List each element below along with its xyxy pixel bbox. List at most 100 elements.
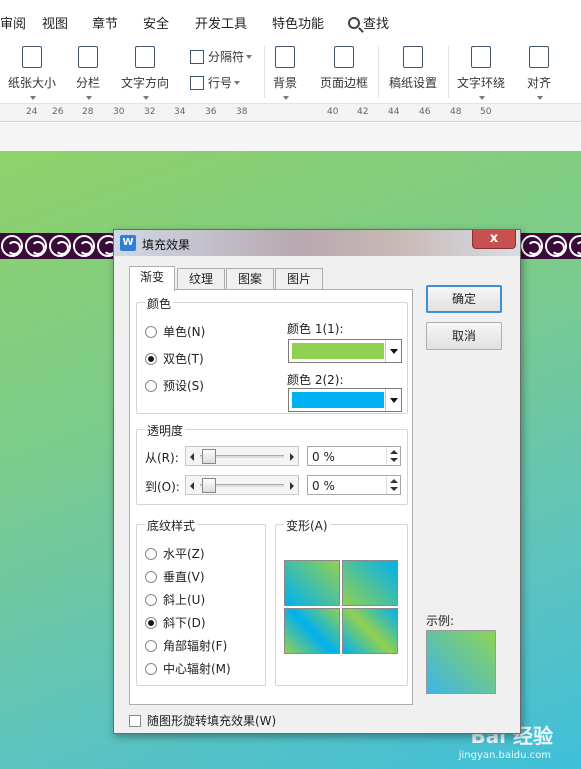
page-border-icon: [334, 46, 354, 68]
sample-label: 示例:: [426, 614, 455, 628]
variant-1[interactable]: [284, 560, 340, 606]
ruler-tick: 36: [205, 107, 217, 117]
search-icon: [348, 17, 360, 29]
color2-label: 颜色 2(2):: [287, 373, 344, 387]
color1-label: 颜色 1(1):: [287, 322, 344, 336]
transparency-group: 透明度 从(R): 0 % 到(O): 0 %: [136, 422, 408, 505]
ruler-tick: 38: [236, 107, 248, 117]
ruler-tick: 48: [450, 107, 462, 117]
ruler-tick: 42: [357, 107, 369, 117]
ruler-tick: 40: [327, 107, 339, 117]
variant-3[interactable]: [284, 608, 340, 654]
gradient-panel: 颜色 单色(N) 双色(T) 预设(S) 颜色 1(1): 颜色 2(2): 透…: [129, 289, 413, 705]
chevron-down-icon[interactable]: [385, 389, 401, 411]
menu-developer[interactable]: 开发工具: [195, 13, 247, 32]
from-spinner[interactable]: 0 %: [307, 446, 401, 466]
cancel-button[interactable]: 取消: [426, 322, 502, 350]
radio-from-corner[interactable]: 角部辐射(F): [145, 637, 227, 654]
to-label: 到(O):: [145, 480, 180, 494]
from-label: 从(R):: [145, 451, 179, 465]
color2-swatch: [292, 392, 384, 408]
to-value: 0 %: [312, 479, 335, 493]
slider-thumb[interactable]: [202, 478, 216, 493]
variant-2[interactable]: [342, 560, 398, 606]
radio-from-center[interactable]: 中心辐射(M): [145, 660, 231, 677]
arrow-left-icon[interactable]: [190, 453, 194, 461]
arrow-left-icon[interactable]: [190, 482, 194, 490]
tab-picture[interactable]: 图片: [275, 268, 323, 290]
from-slider[interactable]: [185, 446, 299, 466]
separator-button[interactable]: 分隔符: [190, 48, 253, 65]
chevron-down-icon[interactable]: [385, 340, 401, 362]
ruler-tick: 30: [113, 107, 125, 117]
tab-pattern[interactable]: 图案: [226, 268, 274, 290]
ruler-tick: 44: [388, 107, 400, 117]
from-value: 0 %: [312, 450, 335, 464]
ruler-tick: 28: [82, 107, 94, 117]
line-number-button[interactable]: 行号: [190, 74, 241, 91]
menu-features[interactable]: 特色功能: [272, 13, 324, 32]
rotate-with-shape-checkbox[interactable]: 随图形旋转填充效果(W): [129, 712, 276, 729]
menu-search[interactable]: 查找: [348, 13, 389, 32]
columns-button[interactable]: 分栏: [76, 46, 100, 105]
align-button[interactable]: 对齐: [527, 46, 551, 105]
columns-icon: [78, 46, 98, 68]
page-margin-area: [0, 123, 581, 151]
variants-group-title: 变形(A): [284, 517, 330, 534]
shading-group-title: 底纹样式: [145, 517, 198, 534]
manuscript-settings-button[interactable]: 稿纸设置: [389, 46, 437, 91]
radio-circle-selected: [145, 352, 157, 365]
menu-chapter[interactable]: 章节: [92, 13, 118, 32]
manuscript-icon: [403, 46, 423, 68]
line-number-icon: [190, 75, 204, 90]
text-wrap-button[interactable]: 文字环绕: [457, 46, 505, 105]
close-button[interactable]: x: [472, 230, 516, 249]
ruler-tick: 46: [419, 107, 431, 117]
align-icon: [529, 46, 549, 68]
dialog-titlebar[interactable]: W 填充效果 x: [114, 230, 520, 256]
shading-styles-group: 底纹样式 水平(Z) 垂直(V) 斜上(U) 斜下(D) 角部辐射(F) 中心辐…: [136, 517, 266, 686]
background-icon: [275, 46, 295, 68]
menu-view[interactable]: 视图: [42, 13, 68, 32]
radio-preset[interactable]: 预设(S): [145, 377, 204, 394]
ok-button[interactable]: 确定: [426, 285, 502, 313]
radio-diagonal-down[interactable]: 斜下(D): [145, 614, 206, 631]
radio-horizontal[interactable]: 水平(Z): [145, 545, 205, 562]
page-border-button[interactable]: 页面边框: [320, 46, 368, 91]
variant-4[interactable]: [342, 608, 398, 654]
radio-circle: [145, 379, 157, 392]
color1-picker[interactable]: [288, 339, 402, 363]
to-spinner[interactable]: 0 %: [307, 475, 401, 495]
tab-gradient[interactable]: 渐变: [129, 266, 175, 291]
spin-down-icon[interactable]: [390, 458, 398, 462]
background-button[interactable]: 背景: [273, 46, 297, 105]
menu-bar: 审阅 视图 章节 安全 开发工具 特色功能 查找: [0, 0, 581, 40]
horizontal-ruler[interactable]: 24 26 28 30 32 34 36 38 40 42 44 46 48 5…: [0, 104, 581, 122]
spin-up-icon[interactable]: [390, 479, 398, 483]
menu-security[interactable]: 安全: [143, 13, 169, 32]
page-border-art-left: [0, 233, 115, 259]
slider-thumb[interactable]: [202, 449, 216, 464]
color2-picker[interactable]: [288, 388, 402, 412]
ruler-tick: 50: [480, 107, 492, 117]
fill-effects-dialog: W 填充效果 x 渐变 纹理 图案 图片 颜色 单色(N) 双色(T) 预设(S…: [113, 229, 521, 734]
variants-group: 变形(A): [275, 517, 408, 686]
arrow-right-icon[interactable]: [290, 453, 294, 461]
ruler-tick: 32: [144, 107, 156, 117]
text-direction-icon: [135, 46, 155, 68]
radio-vertical[interactable]: 垂直(V): [145, 568, 205, 585]
spin-up-icon[interactable]: [390, 450, 398, 454]
text-direction-button[interactable]: 文字方向: [121, 46, 169, 105]
to-slider[interactable]: [185, 475, 299, 495]
menu-review[interactable]: 审阅: [0, 13, 26, 32]
tab-texture[interactable]: 纹理: [177, 268, 225, 290]
wps-logo-icon: W: [120, 235, 136, 251]
paper-size-button[interactable]: 纸张大小: [8, 46, 56, 105]
page-border-art-right: [520, 233, 581, 259]
radio-diagonal-up[interactable]: 斜上(U): [145, 591, 205, 608]
dialog-title: 填充效果: [142, 238, 191, 252]
arrow-right-icon[interactable]: [290, 482, 294, 490]
spin-down-icon[interactable]: [390, 487, 398, 491]
radio-single-color[interactable]: 单色(N): [145, 323, 205, 340]
radio-two-colors[interactable]: 双色(T): [145, 350, 204, 367]
